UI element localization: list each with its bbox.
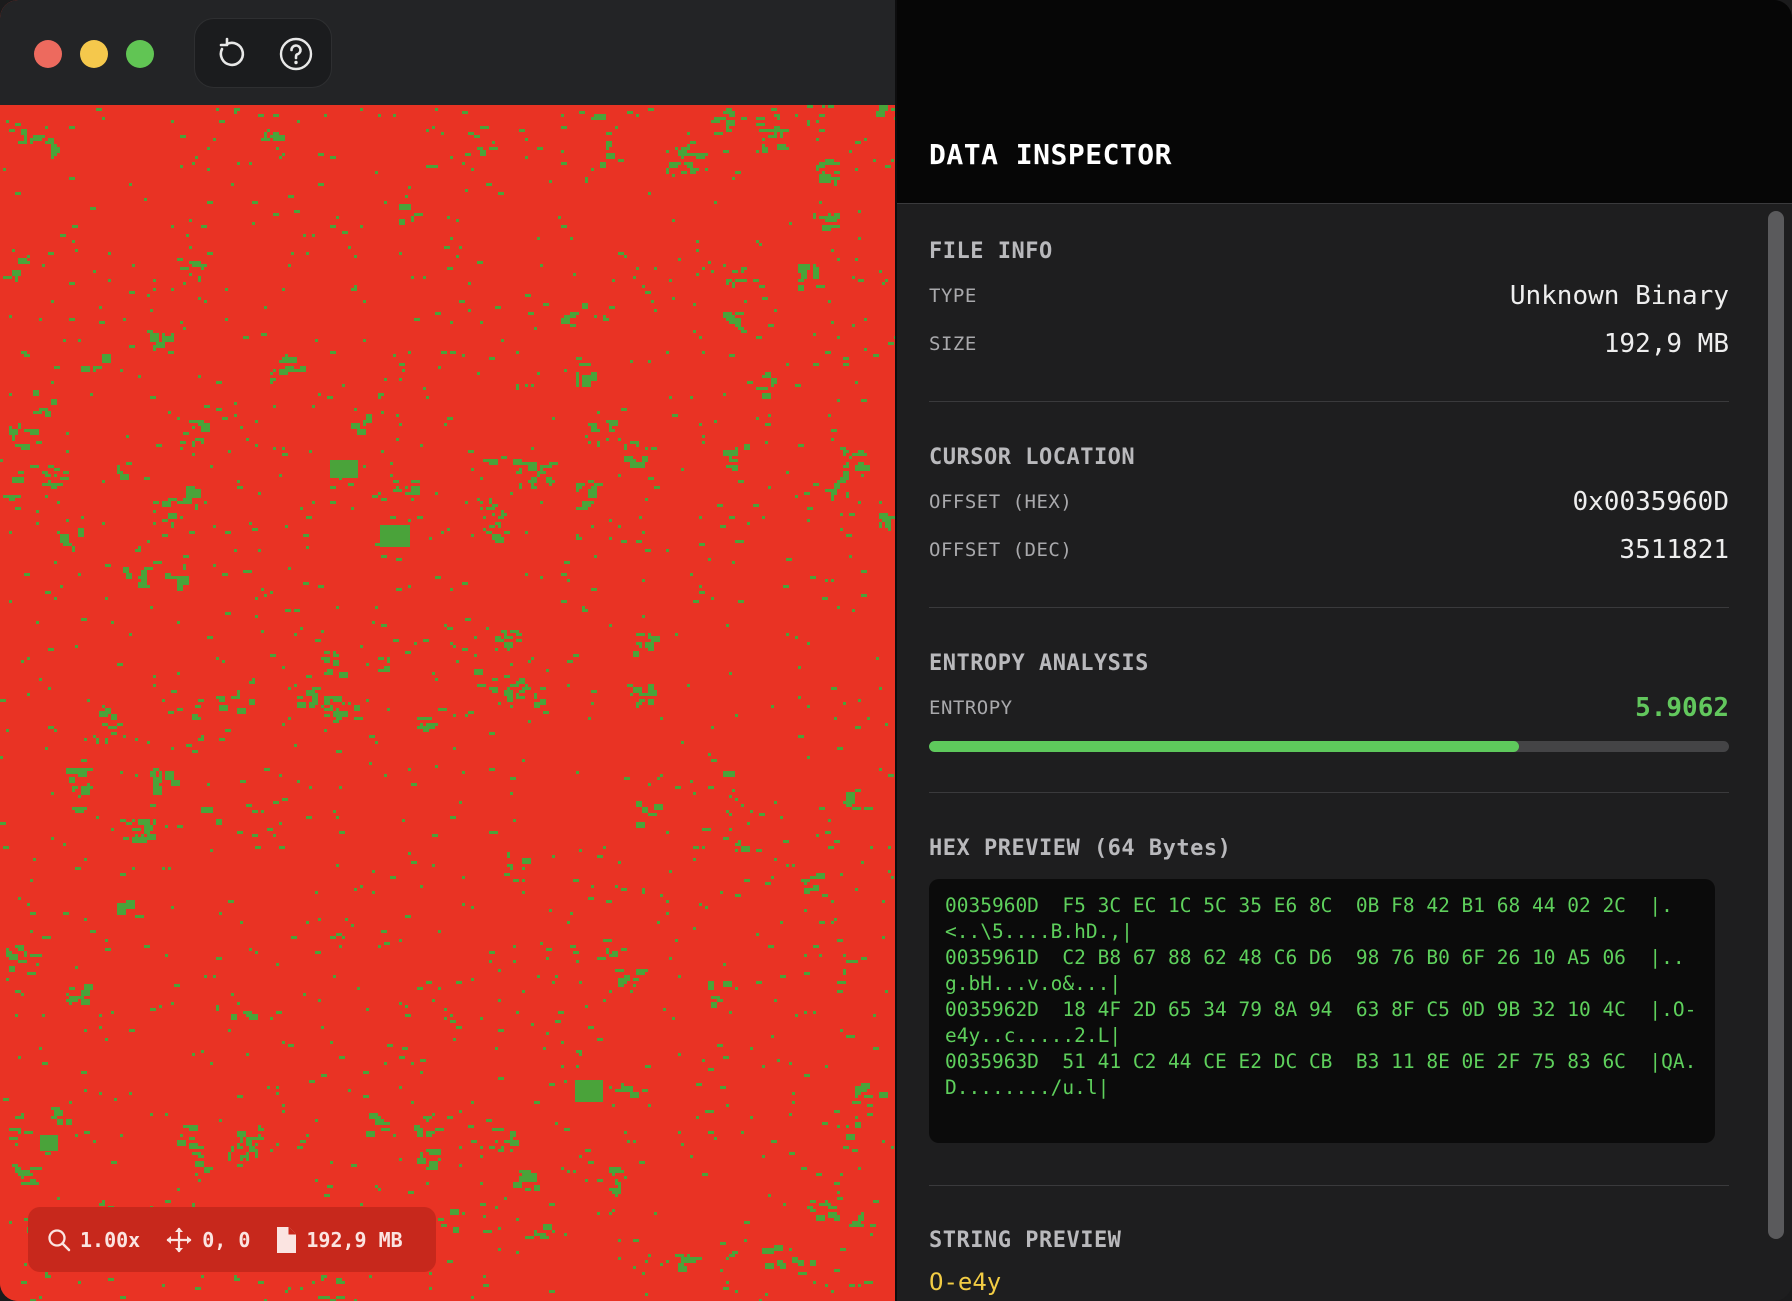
minimize-window-button[interactable]	[80, 40, 108, 68]
string-preview-value: O-e4y	[929, 1268, 1002, 1296]
toolbar-group	[194, 18, 332, 88]
separator	[929, 792, 1729, 793]
data-inspector-panel: DATA INSPECTOR FILE INFO TYPE Unknown Bi…	[897, 0, 1792, 1301]
maximize-window-button[interactable]	[126, 40, 154, 68]
reload-icon	[219, 37, 245, 67]
entropy-pixel-map	[0, 105, 895, 1301]
inspector-title: DATA INSPECTOR	[929, 138, 1173, 171]
filesize-status: 192,9 MB	[274, 1226, 403, 1254]
separator	[929, 401, 1729, 402]
close-window-button[interactable]	[34, 40, 62, 68]
offset-hex-value: 0x0035960D	[1572, 487, 1729, 517]
titlebar	[0, 0, 895, 105]
entropy-label: ENTROPY	[929, 697, 1013, 719]
filesize-value: 192,9 MB	[306, 1227, 403, 1252]
offset-hex-label: OFFSET (HEX)	[929, 491, 1073, 513]
offset-dec-label: OFFSET (DEC)	[929, 539, 1073, 561]
offset-dec-value: 3511821	[1619, 535, 1729, 565]
entropy-bar-track	[929, 741, 1729, 752]
pan-status: 0, 0	[164, 1225, 250, 1255]
help-button[interactable]	[275, 33, 317, 75]
hex-line: 0035960D F5 3C EC 1C 5C 35 E6 8C 0B F8 4…	[945, 894, 1673, 943]
type-label: TYPE	[929, 285, 977, 307]
magnifier-icon	[46, 1227, 72, 1253]
app-window: 1.00x 0, 0 192,9 MB DATA INSPECTOR FILE …	[0, 0, 1792, 1301]
entropy-value: 5.9062	[1635, 693, 1729, 723]
size-label: SIZE	[929, 333, 977, 355]
type-value: Unknown Binary	[1509, 281, 1729, 311]
help-icon	[279, 37, 313, 71]
reload-button[interactable]	[210, 33, 252, 75]
separator	[929, 607, 1729, 608]
canvas-statusbar: 1.00x 0, 0 192,9 MB	[28, 1207, 436, 1272]
inspector-header: DATA INSPECTOR	[897, 0, 1792, 204]
document-icon	[274, 1226, 298, 1254]
string-preview-title: STRING PREVIEW	[929, 1228, 1122, 1253]
entropy-analysis-title: ENTROPY ANALYSIS	[929, 651, 1149, 676]
separator	[929, 1185, 1729, 1186]
visualizer-pane: 1.00x 0, 0 192,9 MB	[0, 0, 895, 1301]
hex-preview-title: HEX PREVIEW (64 Bytes)	[929, 836, 1232, 861]
zoom-value: 1.00x	[80, 1227, 141, 1252]
hex-line: 0035962D 18 4F 2D 65 34 79 8A 94 63 8F C…	[945, 998, 1697, 1047]
zoom-status: 1.00x	[46, 1227, 140, 1253]
cursor-location-title: CURSOR LOCATION	[929, 445, 1136, 470]
entropy-bar-fill	[929, 741, 1520, 752]
inspector-scroll-area[interactable]: FILE INFO TYPE Unknown Binary SIZE 192,9…	[897, 205, 1792, 1301]
hex-line: 0035961D C2 B8 67 88 62 48 C6 D6 98 76 B…	[945, 946, 1685, 995]
size-value: 192,9 MB	[1603, 329, 1729, 359]
file-info-title: FILE INFO	[929, 239, 1053, 264]
binary-visualization-canvas[interactable]	[0, 105, 895, 1301]
hex-preview-box: 0035960D F5 3C EC 1C 5C 35 E6 8C 0B F8 4…	[929, 879, 1715, 1143]
inspector-scrollbar[interactable]	[1768, 211, 1784, 1239]
pan-value: 0, 0	[202, 1227, 251, 1252]
hex-line: 0035963D 51 41 C2 44 CE E2 DC CB B3 11 8…	[945, 1050, 1697, 1099]
move-arrows-icon	[164, 1225, 194, 1255]
